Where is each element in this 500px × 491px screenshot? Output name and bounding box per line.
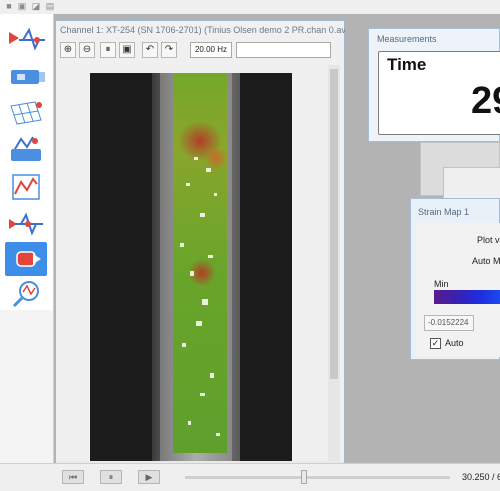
redo-icon: ↷	[164, 44, 174, 55]
channel-text-field[interactable]	[236, 42, 331, 58]
extensometer-tool[interactable]	[5, 207, 47, 241]
save-icon[interactable]: ▣	[17, 1, 27, 11]
playback-slider-thumb[interactable]	[301, 470, 308, 484]
record-tool[interactable]	[5, 242, 47, 276]
graph-icon	[12, 174, 40, 200]
zoom-in-icon: ⊕	[63, 44, 73, 55]
mesh-tool[interactable]	[5, 96, 47, 130]
zoom-out-icon: ⊖	[82, 44, 92, 55]
measurement-display: Time 29	[378, 51, 500, 135]
top-icon-strip: ■ ▣ ◪ ▤	[0, 0, 500, 14]
channel-toolbar: ⊕ ⊖ ⏸ ▣ ↶ ↷ 20.00 Hz	[58, 42, 344, 60]
measurements-window: Measurements Time 29	[368, 28, 500, 142]
camera-tool[interactable]	[5, 59, 47, 93]
mesh-grid-icon	[10, 101, 42, 125]
graph-tool[interactable]	[5, 170, 47, 204]
min-label: Min	[434, 279, 449, 289]
camera-icon	[11, 70, 45, 84]
checkmark-icon: ✓	[431, 338, 440, 348]
undo-button[interactable]: ↶	[142, 42, 158, 58]
vertical-scrollbar[interactable]	[328, 65, 340, 461]
magnify-strain-tool[interactable]	[5, 278, 47, 312]
plot-value-label: Plot va	[477, 235, 500, 245]
strain-overlay-icon	[11, 136, 41, 161]
strain-map-window-title: Strain Map 1	[418, 207, 470, 217]
time-readout: 30.250 / 6	[462, 472, 500, 482]
record-icon	[16, 251, 41, 267]
strain-overlay-tool[interactable]	[5, 133, 47, 167]
measurement-value: 29	[471, 80, 500, 122]
signal-analysis-icon	[9, 27, 45, 51]
channel-window: Channel 1: XT-254 (SN 1706-2701) (Tinius…	[55, 20, 345, 490]
export-icon[interactable]: ◪	[31, 1, 41, 11]
strain-map-window: Strain Map 1 Plot va Auto Mi Min -0.0152…	[410, 198, 500, 360]
min-value-field[interactable]: -0.0152224	[424, 315, 474, 331]
pause-button[interactable]: ⏸	[100, 42, 116, 58]
play-button[interactable]: ▶	[138, 470, 160, 484]
vertical-scrollbar-thumb[interactable]	[330, 69, 338, 379]
step-back-button[interactable]: ⏮	[62, 470, 84, 484]
colormap-bar	[434, 290, 500, 304]
strain-map-settings: Plot va Auto Mi Min -0.0152224 ✓ Auto	[416, 223, 500, 357]
redo-button[interactable]: ↷	[161, 42, 177, 58]
tool-sidebar	[0, 14, 54, 310]
frame-button[interactable]: ▣	[119, 42, 135, 58]
background-panel-inner	[443, 167, 500, 199]
document-icon[interactable]: ▤	[45, 1, 55, 11]
specimen-strain-image	[90, 73, 292, 466]
playback-slider[interactable]	[185, 476, 450, 479]
zoom-out-button[interactable]: ⊖	[79, 42, 95, 58]
play-icon: ▶	[145, 472, 153, 482]
video-frame[interactable]	[90, 73, 292, 466]
measurement-label: Time	[387, 55, 427, 74]
extensometer-icon	[9, 212, 43, 236]
pause-icon: ⏸	[105, 44, 111, 55]
pause-icon: ⏸	[108, 472, 114, 482]
frame-icon: ▣	[122, 44, 132, 55]
signal-analysis-tool[interactable]	[5, 22, 47, 56]
channel-window-title: Channel 1: XT-254 (SN 1706-2701) (Tinius…	[60, 25, 345, 35]
background-panel	[420, 142, 500, 199]
auto-label: Auto	[445, 338, 464, 348]
magnify-strain-icon	[12, 281, 39, 308]
zoom-in-button[interactable]: ⊕	[60, 42, 76, 58]
playback-pause-button[interactable]: ⏸	[100, 470, 122, 484]
measurements-window-title: Measurements	[377, 34, 437, 44]
step-back-icon: ⏮	[68, 472, 78, 482]
camera-icon[interactable]: ■	[4, 1, 14, 11]
playback-bar: ⏮ ⏸ ▶ 30.250 / 6	[0, 463, 500, 491]
auto-min-label: Auto Mi	[472, 256, 500, 266]
auto-checkbox[interactable]: ✓	[430, 338, 441, 349]
undo-icon: ↶	[145, 44, 155, 55]
frequency-field[interactable]: 20.00 Hz	[190, 42, 232, 58]
